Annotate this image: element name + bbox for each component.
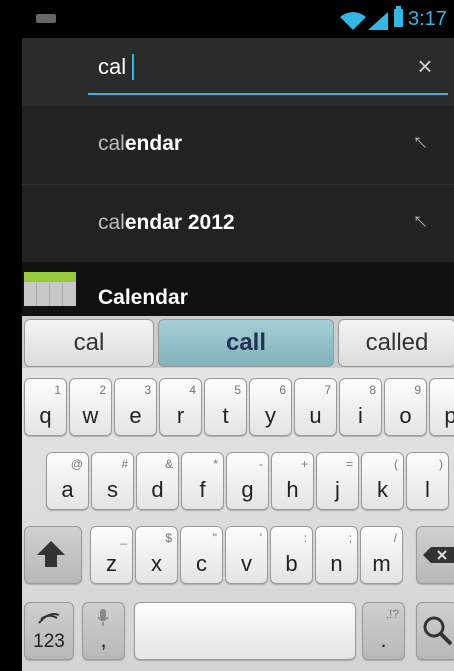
key-f[interactable]: * f [181,452,224,510]
symbols-key[interactable]: 123 [24,602,74,660]
suggestion-typed: cal [98,211,125,234]
suggestion-typed: cal [98,132,125,155]
key-u[interactable]: 7u [294,378,337,436]
clock: 3:17 [408,8,447,30]
shift-key[interactable] [24,526,82,584]
candidate-cal[interactable]: cal [24,319,154,367]
suggestion-item[interactable]: calendar 2012 ↑ [22,184,454,263]
key-m[interactable]: / m [360,526,403,584]
key-z[interactable]: _ z [90,526,133,584]
keyboard-notification-icon [36,14,56,23]
key-o[interactable]: 9o [384,378,427,436]
app-result-calendar[interactable]: Calendar [22,262,454,316]
clear-icon[interactable]: × [410,52,440,82]
key-k[interactable]: (k [361,452,404,510]
search-key[interactable] [416,602,454,660]
suggestion-text: calendar [98,132,182,156]
status-bar: 3:17 [22,0,454,38]
candidate-call[interactable]: call [158,319,334,367]
app-label: Calendar [98,286,188,309]
key-q[interactable]: 1q [24,378,67,436]
signal-icon [368,12,388,30]
key-x[interactable]: $ x [135,526,178,584]
calendar-icon [24,272,76,306]
key-r[interactable]: 4r [159,378,202,436]
key-e[interactable]: 3e [114,378,157,436]
key-t[interactable]: 5t [204,378,247,436]
key-j[interactable]: = j [316,452,359,510]
backspace-icon [423,547,454,563]
comma-mic-key[interactable]: , [82,602,125,660]
swype-logo-icon [38,613,60,624]
key-p[interactable]: 0p [429,378,454,436]
search-bar: × [22,38,454,106]
device-screen: 3:17 × calendar ↑ calendar 2012 ↑ Calend… [22,0,454,671]
key-y[interactable]: 6y [249,378,292,436]
backspace-key[interactable] [416,526,454,584]
suggestion-text: calendar 2012 [98,211,235,235]
key-a[interactable]: @ a [46,452,89,510]
key-c[interactable]: " c [180,526,223,584]
search-icon [423,616,453,646]
text-cursor [132,54,134,80]
microphone-icon [97,609,109,626]
suggestion-item[interactable]: calendar ↑ [22,106,454,184]
shift-arrow-icon [37,541,65,555]
space-key[interactable] [134,602,356,660]
wifi-icon [340,12,366,30]
candidate-called[interactable]: called [338,319,454,367]
search-input[interactable] [98,52,394,82]
suggestion-completion: endar 2012 [124,211,235,234]
candidate-bar: cal call called [22,316,454,368]
key-s[interactable]: # s [91,452,134,510]
key-d[interactable]: & d [136,452,179,510]
key-h[interactable]: + h [271,452,314,510]
key-i[interactable]: 8i [339,378,382,436]
suggestion-list: calendar ↑ calendar 2012 ↑ [22,106,454,263]
suggestion-completion: endar [124,132,183,155]
battery-icon [394,6,403,27]
search-underline [88,93,448,95]
key-n[interactable]: ; n [315,526,358,584]
key-v[interactable]: ' v [225,526,268,584]
period-key[interactable]: ,!? . [362,602,405,660]
keyboard: cal call called 1q 2w 3e 4r 5t 6y 7u 8i … [22,316,454,671]
key-w[interactable]: 2w [69,378,112,436]
shift-stem [45,555,57,567]
key-g[interactable]: -g [226,452,269,510]
arrow-up-left-icon[interactable]: ↑ [406,128,434,156]
key-l[interactable]: ) l [406,452,449,510]
arrow-up-left-icon[interactable]: ↑ [406,207,434,235]
key-b[interactable]: :b [270,526,313,584]
